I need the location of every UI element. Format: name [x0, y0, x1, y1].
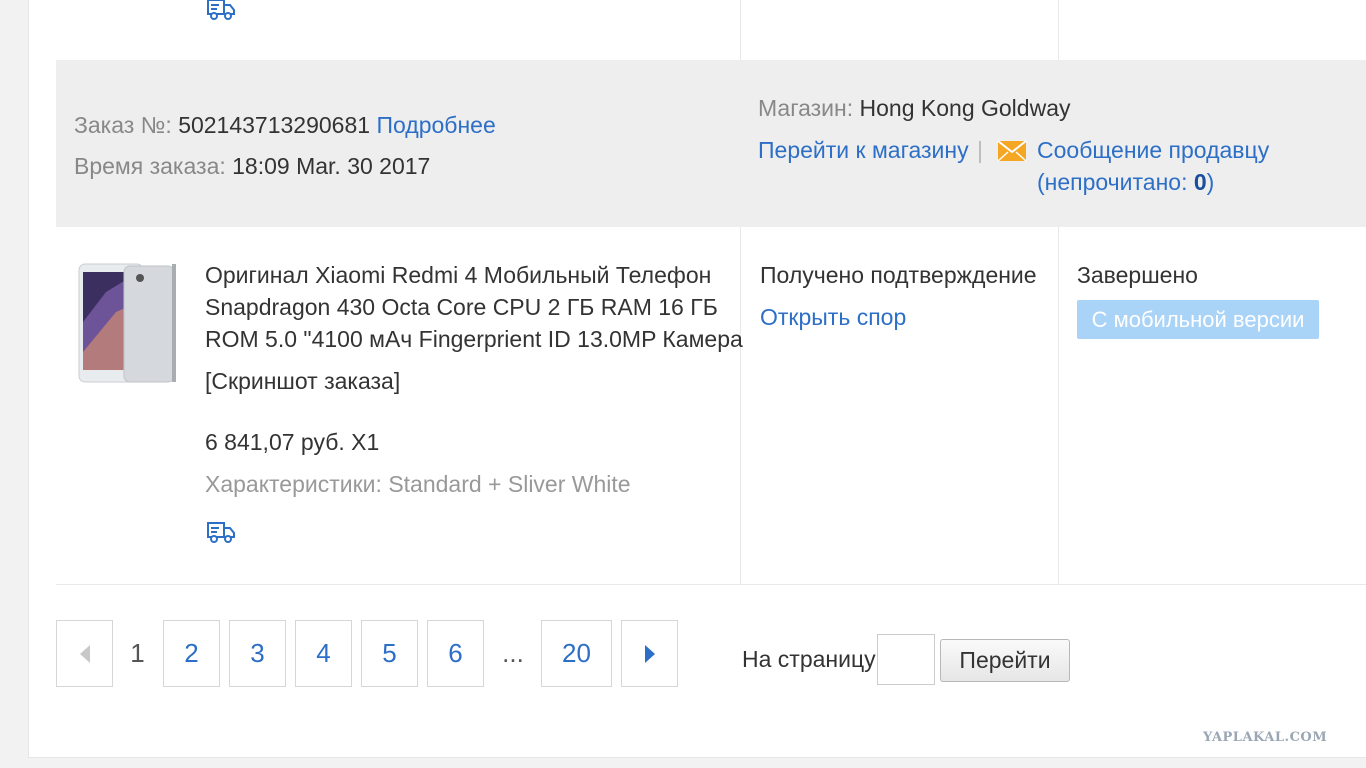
order-number-value: 502143713290681: [178, 112, 371, 138]
page-6[interactable]: 6: [427, 620, 484, 687]
page-4[interactable]: 4: [295, 620, 352, 687]
column-divider: [1058, 0, 1059, 60]
page-3[interactable]: 3: [229, 620, 286, 687]
goto-page-input[interactable]: [877, 634, 935, 685]
order-time-label: Время заказа:: [74, 153, 226, 179]
column-divider: [740, 0, 741, 60]
order-time: Время заказа: 18:09 Mar. 30 2017: [74, 153, 430, 180]
mobile-version-badge: С мобильной версии: [1077, 300, 1319, 339]
link-separator: |: [977, 137, 983, 163]
go-to-store-link[interactable]: Перейти к магазину: [758, 137, 969, 164]
product-price: 6 841,07 руб. X1: [205, 429, 380, 455]
product-title-line2[interactable]: Snapdragon 430 Octa Core CPU 2 ГБ RAM 16…: [205, 294, 718, 321]
order-status: Завершено: [1077, 262, 1198, 288]
envelope-icon[interactable]: [997, 139, 1027, 163]
order-time-value: 18:09 Mar. 30 2017: [232, 153, 431, 179]
order-number: Заказ №: 502143713290681 Подробнее: [74, 112, 496, 139]
store-info: Магазин: Hong Kong Goldway: [758, 95, 1070, 122]
unread-messages[interactable]: (непрочитано: 0): [1037, 169, 1214, 196]
product-title-line3[interactable]: ROM 5.0 "4100 мАч Fingerprient ID 13.0MP…: [205, 326, 743, 353]
order-details-link[interactable]: Подробнее: [376, 112, 495, 138]
unread-label: (непрочитано:: [1037, 169, 1188, 195]
product-specs: Характеристики: Standard + Sliver White: [205, 471, 631, 497]
store-name: Hong Kong Goldway: [859, 95, 1071, 121]
store-label: Магазин:: [758, 95, 854, 121]
column-divider: [1058, 227, 1059, 584]
message-seller-link[interactable]: Сообщение продавцу: [1037, 137, 1269, 164]
unread-suffix: ): [1206, 169, 1215, 195]
row-divider: [56, 584, 1366, 585]
page-ellipsis: ...: [502, 638, 524, 668]
next-page-button[interactable]: [621, 620, 678, 687]
goto-page-button[interactable]: Перейти: [940, 639, 1070, 682]
chevron-right-icon: [644, 644, 655, 663]
prev-page-button[interactable]: [56, 620, 113, 687]
goto-page-label: На страницу: [742, 646, 876, 672]
product-title-line1[interactable]: Оригинал Xiaomi Redmi 4 Мобильный Телефо…: [205, 262, 711, 289]
chevron-left-icon: [79, 644, 90, 663]
product-image[interactable]: [76, 262, 179, 386]
unread-count: 0: [1193, 169, 1207, 195]
page-2[interactable]: 2: [163, 620, 220, 687]
order-screenshot-link[interactable]: [Скриншот заказа]: [205, 368, 400, 395]
truck-icon[interactable]: [206, 0, 236, 22]
truck-icon[interactable]: [206, 519, 236, 545]
open-dispute-link[interactable]: Открыть спор: [760, 304, 906, 331]
page-5[interactable]: 5: [361, 620, 418, 687]
order-number-label: Заказ №:: [74, 112, 172, 138]
column-divider: [740, 227, 741, 584]
confirmation-status: Получено подтверждение: [760, 262, 1037, 288]
page-20[interactable]: 20: [541, 620, 612, 687]
watermark: YAPLAKAL.COM: [1203, 730, 1328, 745]
page-current: 1: [130, 638, 145, 668]
